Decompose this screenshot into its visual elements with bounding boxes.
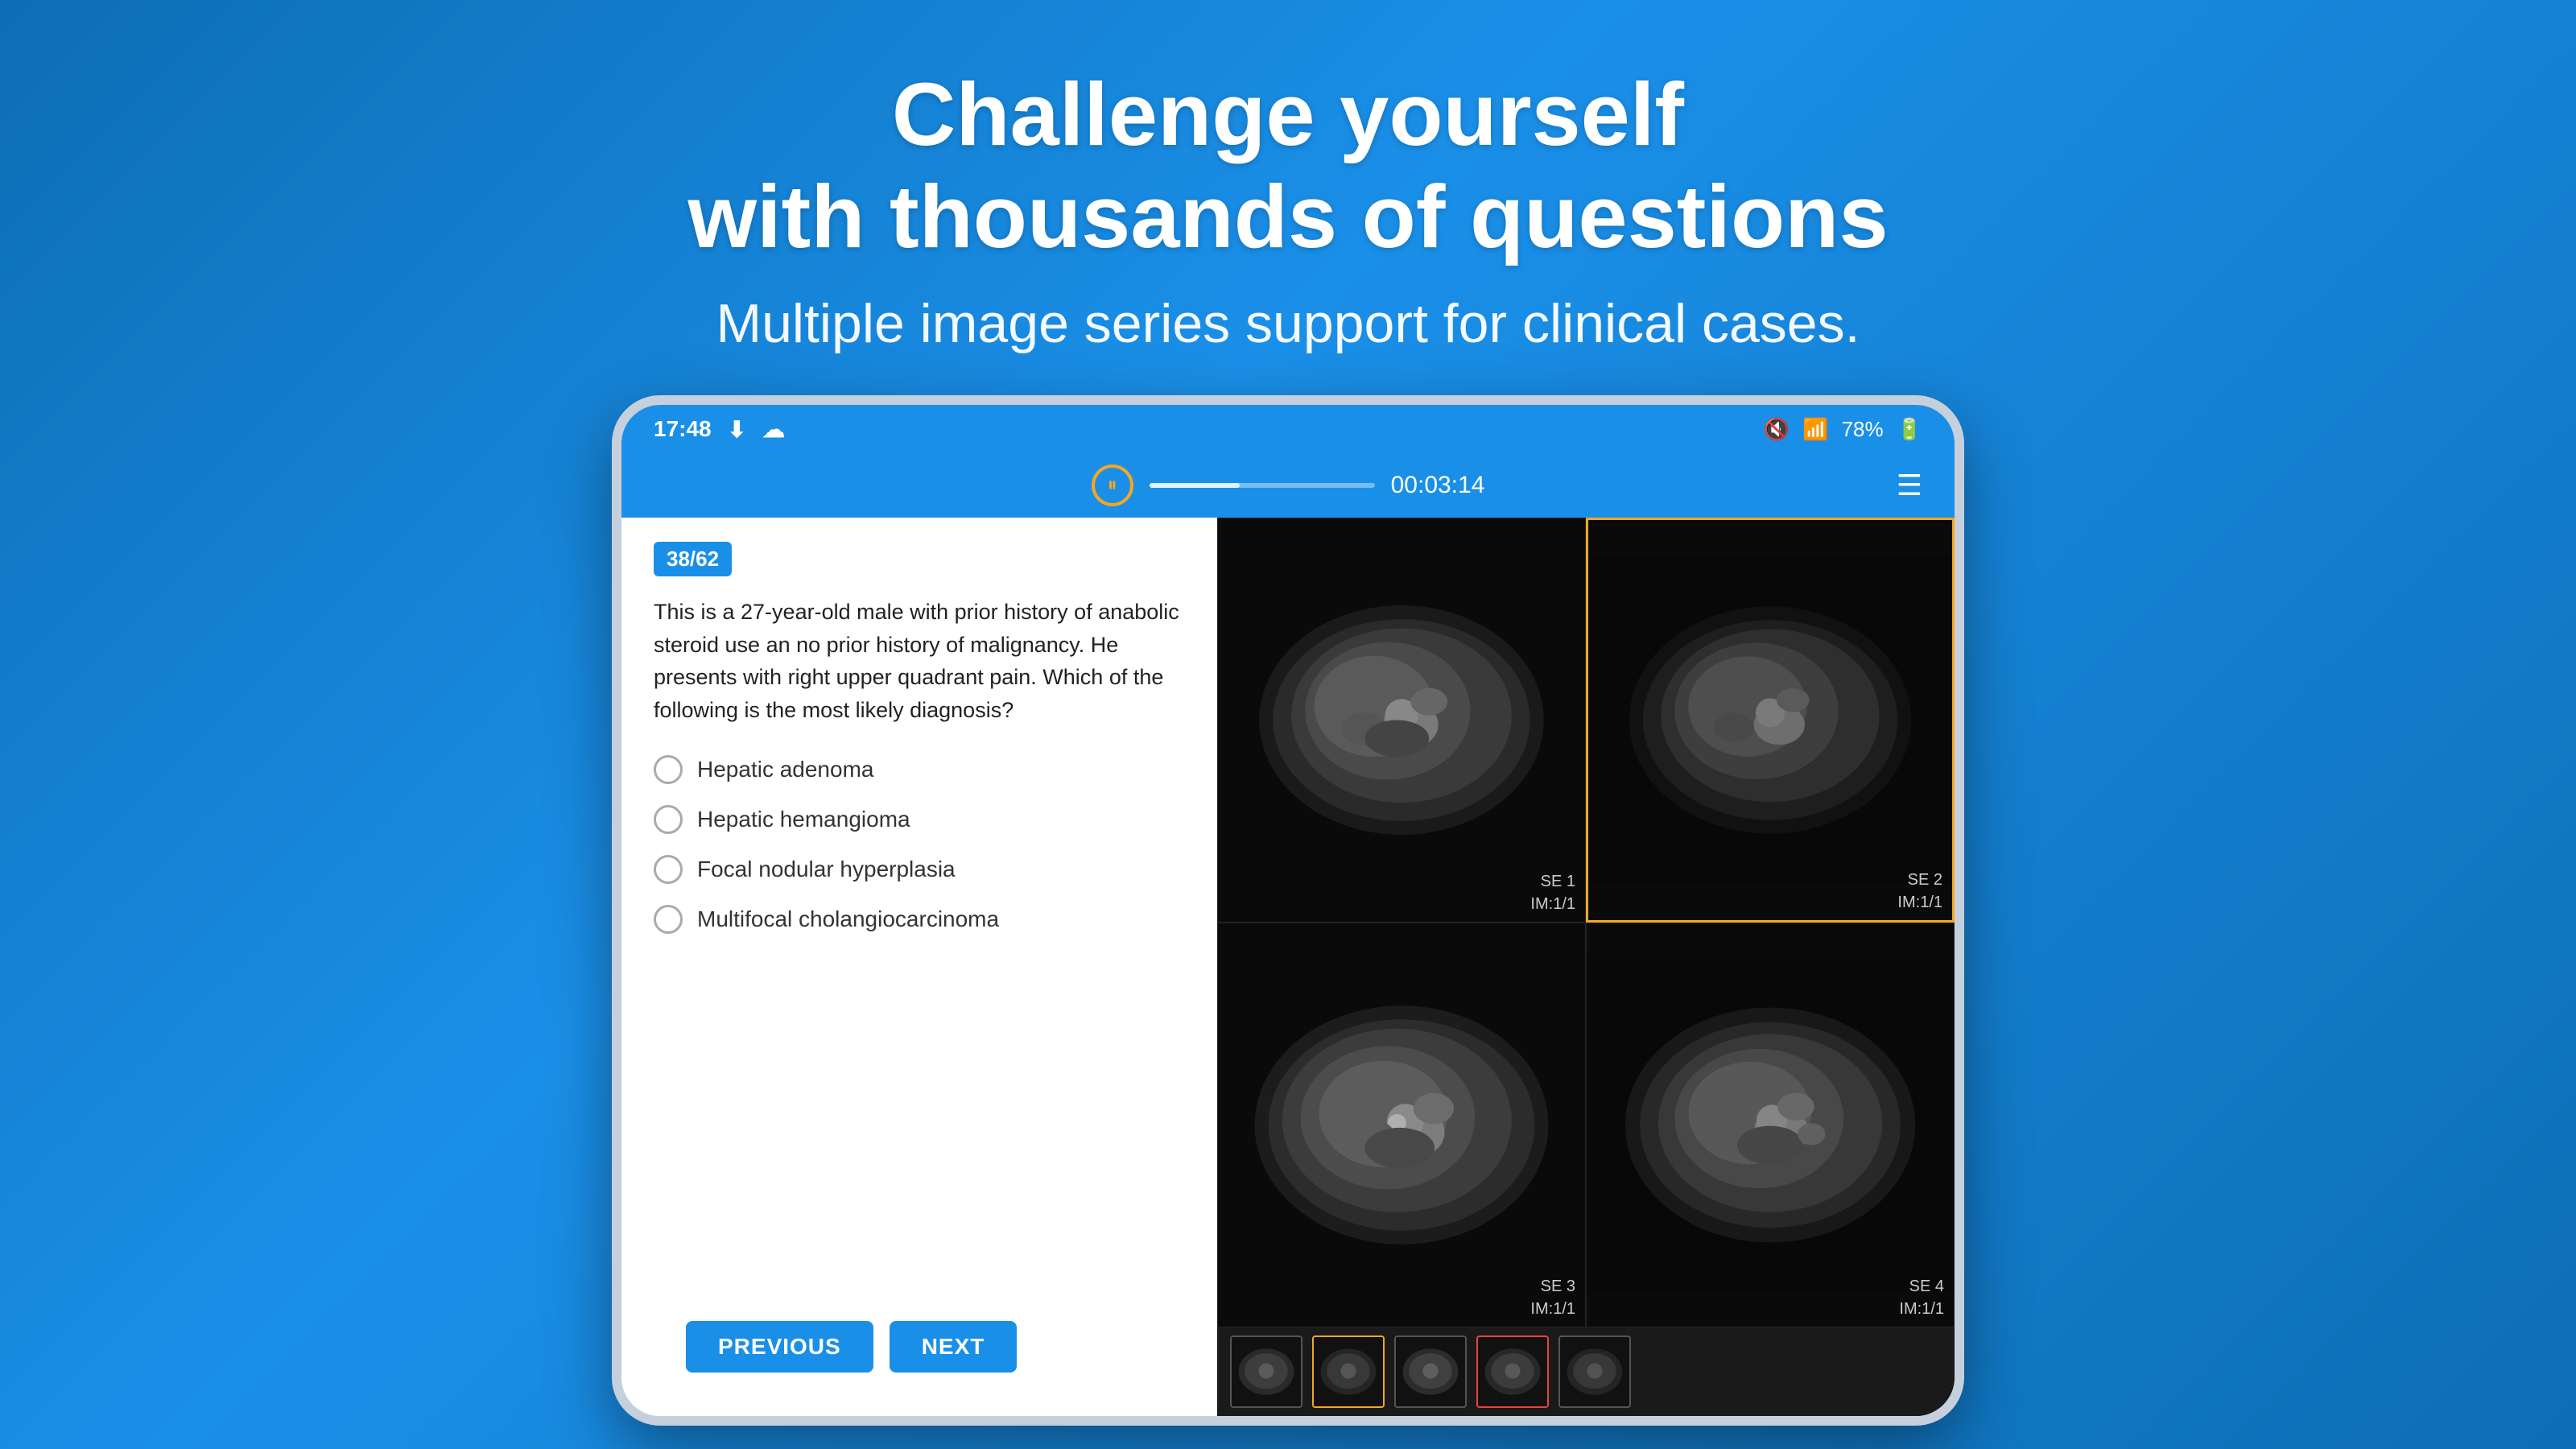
image-cell-se2[interactable]: SE 2IM:1/1 xyxy=(1586,518,1955,923)
status-bar: 17:48 ⬇ ☁ 🔇 📶 78% 🔋 xyxy=(621,405,1955,453)
thumbnail-1[interactable] xyxy=(1230,1335,1302,1408)
thumbnail-4[interactable] xyxy=(1476,1335,1549,1408)
tablet-device: 17:48 ⬇ ☁ 🔇 📶 78% 🔋 ⏸ 00:03:14 ☰ 38/62 xyxy=(612,395,1964,1426)
battery-icon: 🔋 xyxy=(1897,417,1922,442)
answer-option-b[interactable]: Hepatic hemangioma xyxy=(654,805,1185,834)
image-cell-se4[interactable]: SE 4IM:1/1 xyxy=(1586,923,1955,1327)
main-title: Challenge yourself with thousands of que… xyxy=(687,64,1888,268)
pause-button[interactable]: ⏸ xyxy=(1092,464,1133,506)
header-section: Challenge yourself with thousands of que… xyxy=(687,0,1888,395)
subtitle: Multiple image series support for clinic… xyxy=(687,292,1888,355)
progress-bar xyxy=(1150,483,1375,488)
question-panel: 38/62 This is a 27-year-old male with pr… xyxy=(621,518,1217,1416)
status-time: 17:48 xyxy=(654,416,712,442)
radio-a[interactable] xyxy=(654,755,683,784)
title-line2: with thousands of questions xyxy=(687,167,1888,266)
main-content: 38/62 This is a 27-year-old male with pr… xyxy=(621,518,1955,1416)
battery-text: 78% xyxy=(1842,417,1884,442)
image-label-se1: SE 1IM:1/1 xyxy=(1530,870,1575,915)
answer-label-b: Hepatic hemangioma xyxy=(697,807,910,832)
thumbnail-strip xyxy=(1217,1327,1955,1416)
answer-label-c: Focal nodular hyperplasia xyxy=(697,857,956,882)
mute-icon: 🔇 xyxy=(1764,417,1790,442)
question-badge: 38/62 xyxy=(654,542,732,576)
thumbnail-5[interactable] xyxy=(1558,1335,1631,1408)
radio-d[interactable] xyxy=(654,905,683,934)
answer-option-c[interactable]: Focal nodular hyperplasia xyxy=(654,855,1185,884)
pause-icon: ⏸ xyxy=(1108,474,1117,497)
image-label-se3: SE 3IM:1/1 xyxy=(1530,1275,1575,1320)
title-line1: Challenge yourself xyxy=(892,65,1684,164)
radio-c[interactable] xyxy=(654,855,683,884)
image-grid: SE 1IM:1/1 xyxy=(1217,518,1955,1327)
status-left: 17:48 ⬇ ☁ xyxy=(654,416,785,443)
radio-b[interactable] xyxy=(654,805,683,834)
status-right: 🔇 📶 78% 🔋 xyxy=(1764,417,1922,442)
image-cell-se3[interactable]: SE 3IM:1/1 xyxy=(1217,923,1586,1327)
wifi-icon: 📶 xyxy=(1802,417,1828,442)
next-button[interactable]: NEXT xyxy=(890,1321,1018,1373)
app-toolbar: ⏸ 00:03:14 ☰ xyxy=(621,453,1955,518)
image-cell-se1[interactable]: SE 1IM:1/1 xyxy=(1217,518,1586,923)
thumbnail-3[interactable] xyxy=(1394,1335,1467,1408)
thumbnail-2[interactable] xyxy=(1312,1335,1385,1408)
cloud-icon: ☁ xyxy=(762,416,785,443)
timer-section: ⏸ 00:03:14 xyxy=(1092,464,1485,506)
timer-display: 00:03:14 xyxy=(1391,472,1485,499)
nav-buttons: PREVIOUS NEXT xyxy=(654,1302,1185,1392)
question-text: This is a 27-year-old male with prior hi… xyxy=(654,596,1185,726)
image-panel: SE 1IM:1/1 xyxy=(1217,518,1955,1416)
answer-option-a[interactable]: Hepatic adenoma xyxy=(654,755,1185,784)
previous-button[interactable]: PREVIOUS xyxy=(686,1321,873,1373)
image-label-se4: SE 4IM:1/1 xyxy=(1899,1275,1944,1320)
answer-options: Hepatic adenoma Hepatic hemangioma Focal… xyxy=(654,755,1185,1302)
answer-label-a: Hepatic adenoma xyxy=(697,757,873,782)
image-label-se2: SE 2IM:1/1 xyxy=(1897,869,1942,914)
answer-option-d[interactable]: Multifocal cholangiocarcinoma xyxy=(654,905,1185,934)
answer-label-d: Multifocal cholangiocarcinoma xyxy=(697,906,999,932)
progress-fill xyxy=(1150,483,1240,488)
menu-button[interactable]: ☰ xyxy=(1897,469,1922,502)
download-icon: ⬇ xyxy=(728,416,746,443)
